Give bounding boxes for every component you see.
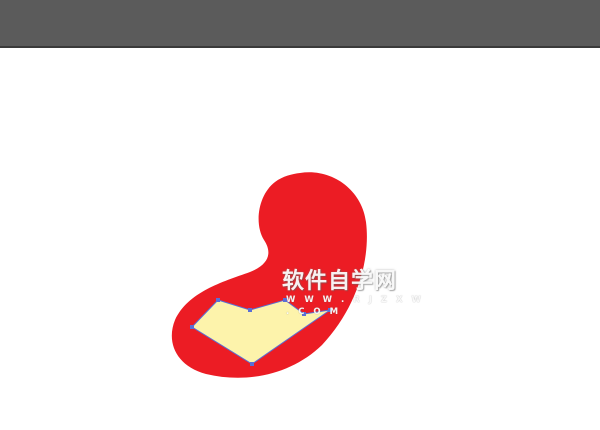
artwork-svg[interactable] <box>0 48 600 430</box>
anchor-point[interactable] <box>302 312 306 316</box>
top-toolbar <box>0 0 600 48</box>
anchor-point[interactable] <box>248 308 252 312</box>
anchor-point[interactable] <box>250 362 254 366</box>
anchor-point[interactable] <box>328 308 332 312</box>
artboard-canvas[interactable]: 软件自学网 W W W . R J Z X W . C O M <box>0 48 600 430</box>
anchor-point[interactable] <box>283 298 287 302</box>
anchor-point[interactable] <box>216 298 220 302</box>
anchor-point[interactable] <box>190 325 194 329</box>
app-window: 软件自学网 W W W . R J Z X W . C O M <box>0 0 600 430</box>
